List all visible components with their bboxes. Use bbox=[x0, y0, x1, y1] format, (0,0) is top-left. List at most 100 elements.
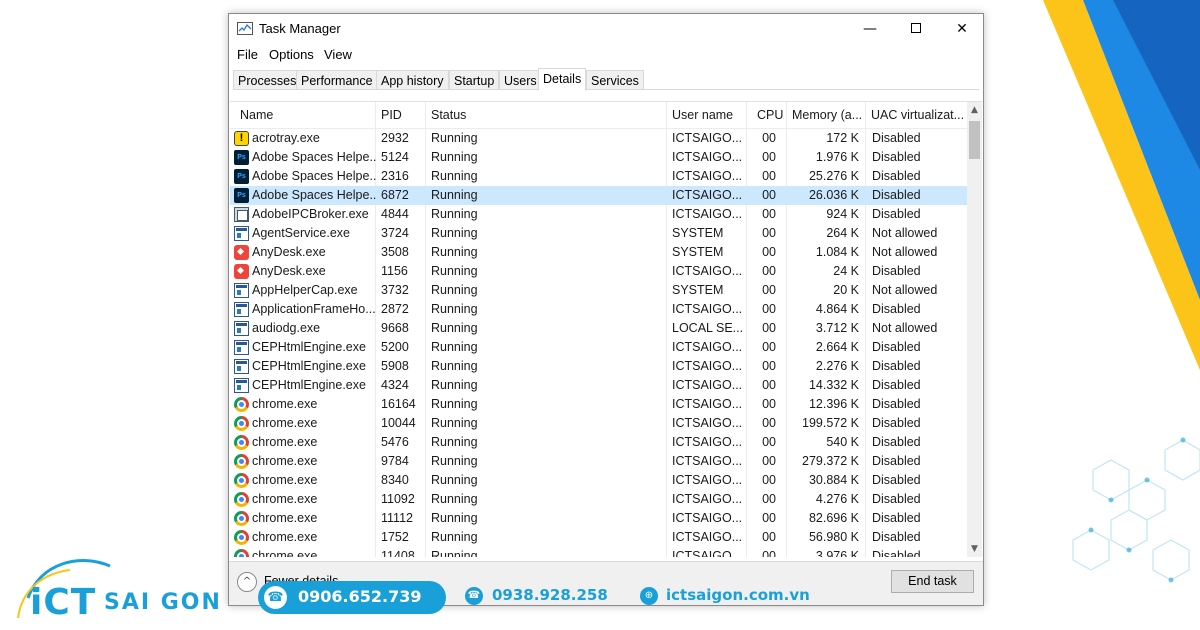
process-uac: Disabled bbox=[872, 131, 921, 145]
process-pid: 2872 bbox=[381, 302, 409, 316]
process-memory: 279.372 K bbox=[802, 454, 859, 468]
process-status: Running bbox=[431, 530, 478, 544]
menu-options[interactable]: Options bbox=[269, 47, 314, 62]
maximize-button[interactable] bbox=[893, 14, 939, 44]
website-link[interactable]: ictsaigon.com.vn bbox=[666, 586, 810, 604]
column-status[interactable]: Status bbox=[426, 102, 666, 129]
process-user: ICTSAIGO... bbox=[672, 264, 743, 278]
chevron-up-icon[interactable]: ^ bbox=[237, 572, 257, 592]
table-body: ! acrotray.exe 2932 Running ICTSAIGO... 00 172… bbox=[230, 129, 967, 557]
process-memory: 56.980 K bbox=[808, 530, 859, 544]
phone-secondary[interactable]: 0938.928.258 bbox=[492, 586, 608, 604]
column-cpu[interactable]: CPU bbox=[752, 102, 786, 129]
title-bar[interactable]: Task Manager — ✕ bbox=[229, 14, 983, 44]
process-memory: 2.276 K bbox=[815, 359, 859, 373]
process-pid: 1156 bbox=[381, 264, 408, 278]
tab-bar: Processes Performance App history Startu… bbox=[233, 68, 979, 91]
table-row[interactable]: chrome.exe 11408 Running ICTSAIGO... 00 3.976… bbox=[230, 547, 967, 557]
process-name: AgentService.exe bbox=[252, 226, 350, 240]
process-uac: Disabled bbox=[872, 264, 921, 278]
process-status: Running bbox=[431, 283, 478, 297]
table-row[interactable]: AgentService.exe 3724 Running SYSTEM 00 264 K… bbox=[230, 224, 967, 243]
menu-file[interactable]: File bbox=[237, 47, 258, 62]
table-row[interactable]: chrome.exe 11112 Running ICTSAIGO... 00 82.69… bbox=[230, 509, 967, 528]
column-name[interactable]: Name bbox=[235, 102, 375, 129]
column-memory[interactable]: Memory (a... bbox=[787, 102, 865, 129]
table-row[interactable]: chrome.exe 1752 Running ICTSAIGO... 00 56.980… bbox=[230, 528, 967, 547]
table-row[interactable]: chrome.exe 9784 Running ICTSAIGO... 00 279.37… bbox=[230, 452, 967, 471]
phone-pill[interactable]: ☎ 0906.652.739 bbox=[258, 581, 446, 614]
table-row[interactable]: chrome.exe 8340 Running ICTSAIGO... 00 30.884… bbox=[230, 471, 967, 490]
column-uac[interactable]: UAC virtualizat... bbox=[866, 102, 966, 129]
column-pid[interactable]: PID bbox=[376, 102, 424, 129]
table-row[interactable]: AppHelperCap.exe 3732 Running SYSTEM 00 20 K N… bbox=[230, 281, 967, 300]
process-uac: Disabled bbox=[872, 511, 921, 525]
process-status: Running bbox=[431, 245, 478, 259]
table-row[interactable]: Ps Adobe Spaces Helpe... 6872 Running ICTSAI… bbox=[230, 186, 967, 205]
process-pid: 3724 bbox=[381, 226, 409, 240]
table-row[interactable]: CEPHtmlEngine.exe 4324 Running ICTSAIGO... 0… bbox=[230, 376, 967, 395]
tab-details[interactable]: Details bbox=[538, 68, 587, 91]
tab-processes[interactable]: Processes bbox=[233, 70, 302, 90]
process-status: Running bbox=[431, 150, 478, 164]
process-pid: 5124 bbox=[381, 150, 409, 164]
process-status: Running bbox=[431, 188, 478, 202]
process-memory: 24 K bbox=[833, 264, 859, 278]
chrome-icon bbox=[234, 435, 249, 450]
process-status: Running bbox=[431, 207, 478, 221]
scroll-up-icon[interactable]: ▲ bbox=[967, 102, 982, 119]
process-uac: Disabled bbox=[872, 302, 921, 316]
process-name: Adobe Spaces Helpe... bbox=[252, 188, 376, 202]
menu-view[interactable]: View bbox=[324, 47, 352, 62]
table-row[interactable]: AnyDesk.exe 3508 Running SYSTEM 00 1.084 K Not… bbox=[230, 243, 967, 262]
process-uac: Disabled bbox=[872, 359, 921, 373]
process-uac: Disabled bbox=[872, 378, 921, 392]
end-task-button[interactable]: End task bbox=[891, 570, 974, 593]
tab-app-history[interactable]: App history bbox=[376, 70, 449, 90]
table-row[interactable]: AnyDesk.exe 1156 Running ICTSAIGO... 00 24 K D… bbox=[230, 262, 967, 281]
process-pid: 4324 bbox=[381, 378, 409, 392]
table-row[interactable]: chrome.exe 16164 Running ICTSAIGO... 00 12.39… bbox=[230, 395, 967, 414]
process-uac: Disabled bbox=[872, 454, 921, 468]
minimize-button[interactable]: — bbox=[847, 14, 893, 44]
table-row[interactable]: chrome.exe 5476 Running ICTSAIGO... 00 540 K D… bbox=[230, 433, 967, 452]
process-user: ICTSAIGO... bbox=[672, 188, 743, 202]
process-cpu: 00 bbox=[762, 264, 776, 278]
column-user-name[interactable]: User name bbox=[667, 102, 745, 129]
tab-startup[interactable]: Startup bbox=[449, 70, 500, 90]
process-status: Running bbox=[431, 492, 478, 506]
table-row[interactable]: AdobeIPCBroker.exe 4844 Running ICTSAIGO...… bbox=[230, 205, 967, 224]
process-status: Running bbox=[431, 340, 478, 354]
tab-services[interactable]: Services bbox=[586, 70, 644, 90]
process-pid: 1752 bbox=[381, 530, 409, 544]
scrollbar-thumb[interactable] bbox=[969, 121, 980, 159]
process-name: chrome.exe bbox=[252, 549, 318, 557]
process-user: ICTSAIGO... bbox=[672, 435, 743, 449]
table-row[interactable]: ! acrotray.exe 2932 Running ICTSAIGO... 00 172… bbox=[230, 129, 967, 148]
process-status: Running bbox=[431, 131, 478, 145]
app-icon bbox=[234, 283, 249, 298]
process-pid: 9668 bbox=[381, 321, 409, 335]
table-row[interactable]: chrome.exe 10044 Running ICTSAIGO... 00 199.5… bbox=[230, 414, 967, 433]
table-row[interactable]: CEPHtmlEngine.exe 5908 Running ICTSAIGO... 0… bbox=[230, 357, 967, 376]
process-name: CEPHtmlEngine.exe bbox=[252, 378, 366, 392]
background-decoration-right bbox=[983, 0, 1200, 630]
process-user: ICTSAIGO... bbox=[672, 530, 743, 544]
process-status: Running bbox=[431, 264, 478, 278]
table-row[interactable]: ApplicationFrameHo... 2872 Running ICTSAIGO… bbox=[230, 300, 967, 319]
scroll-down-icon[interactable]: ▼ bbox=[967, 541, 982, 557]
logo-ict: iCT bbox=[30, 582, 97, 623]
tab-users[interactable]: Users bbox=[499, 70, 542, 90]
table-row[interactable]: audiodg.exe 9668 Running LOCAL SE... 00 3.712… bbox=[230, 319, 967, 338]
process-status: Running bbox=[431, 359, 478, 373]
close-button[interactable]: ✕ bbox=[939, 14, 985, 44]
vertical-scrollbar[interactable]: ▲ ▼ bbox=[967, 102, 982, 557]
table-row[interactable]: Ps Adobe Spaces Helpe... 5124 Running ICTSAI… bbox=[230, 148, 967, 167]
process-user: ICTSAIGO... bbox=[672, 359, 743, 373]
table-row[interactable]: chrome.exe 11092 Running ICTSAIGO... 00 4.276… bbox=[230, 490, 967, 509]
process-cpu: 00 bbox=[762, 207, 776, 221]
table-row[interactable]: Ps Adobe Spaces Helpe... 2316 Running ICTSAI… bbox=[230, 167, 967, 186]
process-memory: 20 K bbox=[833, 283, 859, 297]
table-row[interactable]: CEPHtmlEngine.exe 5200 Running ICTSAIGO... 0… bbox=[230, 338, 967, 357]
tab-performance[interactable]: Performance bbox=[296, 70, 378, 90]
